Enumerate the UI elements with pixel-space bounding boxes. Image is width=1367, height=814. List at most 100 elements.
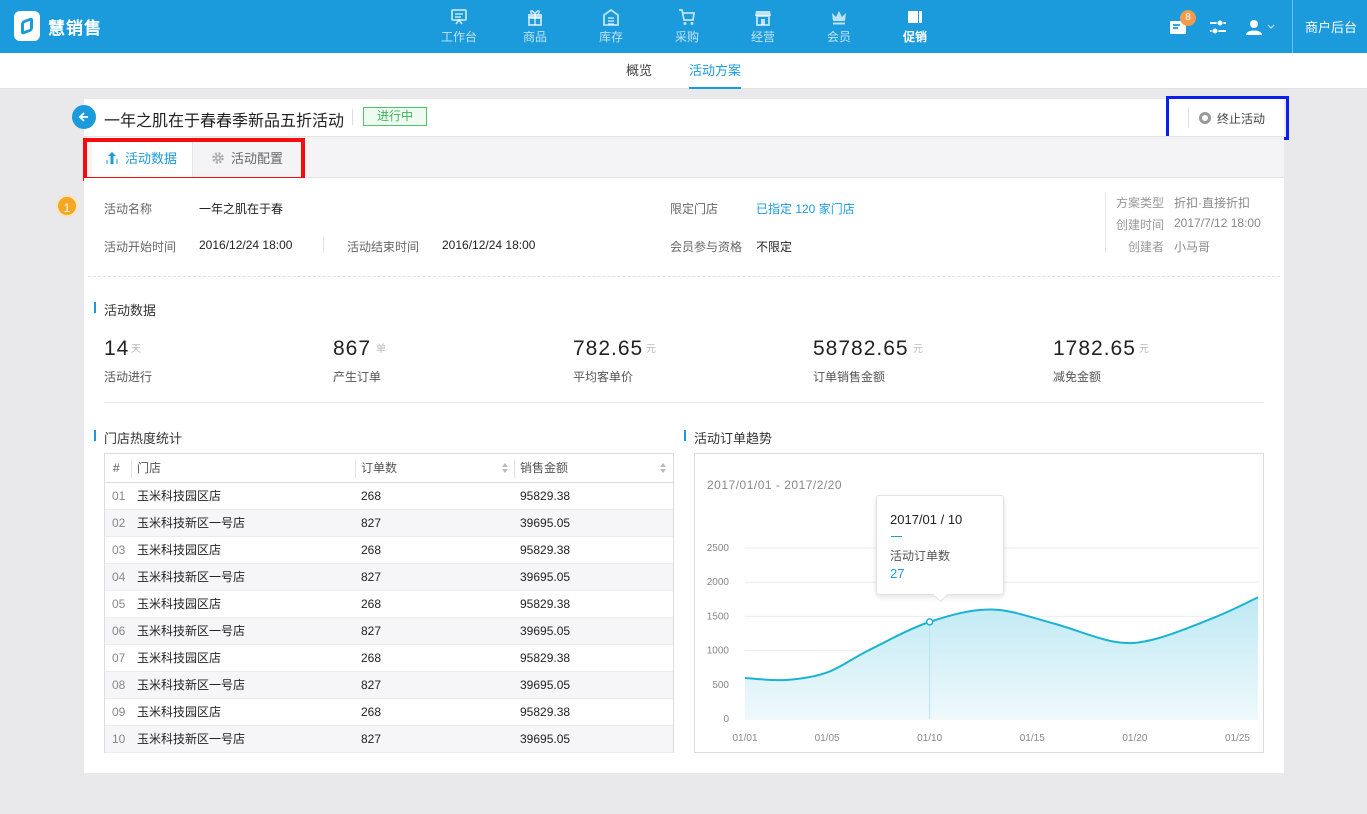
start-time-label: 活动开始时间 xyxy=(104,240,177,254)
created-time-label: 创建时间 xyxy=(1115,218,1164,232)
stats-section-title: 活动数据 xyxy=(94,300,156,319)
activity-name-label: 活动名称 xyxy=(104,202,153,216)
table-row[interactable]: 04 玉米科技新区一号店 827 39695.05 xyxy=(105,564,673,591)
stat-unit: 元 xyxy=(913,344,923,355)
order-count: 827 xyxy=(361,678,382,692)
stat-label: 减免金额 xyxy=(1053,370,1102,384)
app-logo[interactable]: 慧销售 xyxy=(14,11,102,41)
end-time-label: 活动结束时间 xyxy=(347,240,420,254)
sort-icon[interactable] xyxy=(502,463,508,474)
nav-label: 商品 xyxy=(522,30,547,44)
cart-icon xyxy=(677,8,697,26)
stats-divider xyxy=(104,402,1264,403)
stat-value: 782.65 xyxy=(573,337,644,360)
stat-unit: 天 xyxy=(131,344,141,355)
highlight-frame-blue xyxy=(1166,96,1289,140)
table-row[interactable]: 09 玉米科技园区店 268 95829.38 xyxy=(105,699,673,726)
tooltip-date: 2017/01 / 10 xyxy=(890,512,963,527)
order-count: 827 xyxy=(361,624,382,638)
stat-unit: 元 xyxy=(1139,344,1149,355)
column-header-sales[interactable]: 销售金额 xyxy=(520,454,568,483)
nav-label: 采购 xyxy=(674,30,699,44)
order-count: 268 xyxy=(361,597,382,611)
store-table-title: 门店热度统计 xyxy=(94,428,182,447)
nav-label: 工作台 xyxy=(440,30,477,44)
nav-item-member[interactable]: 会员 xyxy=(801,0,877,53)
chevron-down-icon xyxy=(1268,24,1275,29)
sales-amount: 39695.05 xyxy=(520,678,571,692)
table-row[interactable]: 10 玉米科技新区一号店 827 39695.05 xyxy=(105,726,673,753)
section-divider xyxy=(88,276,1280,277)
merchant-backend-link[interactable]: 商户后台 xyxy=(1291,0,1367,53)
notification-badge: 8 xyxy=(1179,10,1196,26)
column-header-orders[interactable]: 订单数 xyxy=(361,454,397,483)
table-row[interactable]: 03 玉米科技园区店 268 95829.38 xyxy=(105,537,673,564)
order-count: 268 xyxy=(361,543,382,557)
store-name: 玉米科技新区一号店 xyxy=(137,516,246,530)
row-index: 03 xyxy=(112,543,126,557)
stat-value: 1782.65 xyxy=(1053,337,1136,360)
column-header-store: 门店 xyxy=(137,461,162,475)
meta-divider xyxy=(1105,193,1106,253)
trend-date-range: 2017/01/01 - 2017/2/20 xyxy=(707,478,843,492)
order-count: 827 xyxy=(361,570,382,584)
nav-label: 经营 xyxy=(750,30,775,44)
nav-item-promotion[interactable]: 促销 xyxy=(877,0,953,53)
plan-type-label: 方案类型 xyxy=(1115,196,1164,210)
divider xyxy=(323,237,324,253)
column-divider xyxy=(355,459,356,478)
table-header: # 门店 订单数 销售金额 xyxy=(105,454,673,483)
order-count: 827 xyxy=(361,732,382,746)
order-count: 268 xyxy=(361,651,382,665)
nav-item-operation[interactable]: 经营 xyxy=(725,0,801,53)
table-row[interactable]: 07 玉米科技园区店 268 95829.38 xyxy=(105,645,673,672)
warehouse-icon xyxy=(601,8,621,26)
store-heat-table: # 门店 订单数 销售金额 01 玉米科技园区店 268 95829.38 02 玉米科技… xyxy=(104,453,674,753)
sales-amount: 95829.38 xyxy=(520,651,571,665)
subnav-overview[interactable]: 概览 xyxy=(626,53,652,89)
table-row[interactable]: 05 玉米科技园区店 268 95829.38 xyxy=(105,591,673,618)
status-badge: 进行中 xyxy=(363,107,427,126)
nav-item-goods[interactable]: 商品 xyxy=(497,0,573,53)
stat-unit: 单 xyxy=(376,344,386,355)
message-button[interactable]: 8 xyxy=(1158,0,1198,53)
store-name: 玉米科技新区一号店 xyxy=(137,570,246,584)
nav-item-purchase[interactable]: 采购 xyxy=(649,0,725,53)
sales-amount: 39695.05 xyxy=(520,624,571,638)
member-eligibility-value: 不限定 xyxy=(756,240,793,254)
row-index: 01 xyxy=(112,489,126,503)
table-row[interactable]: 01 玉米科技园区店 268 95829.38 xyxy=(105,483,673,510)
store-name: 玉米科技新区一号店 xyxy=(137,678,246,692)
settings-button[interactable] xyxy=(1198,0,1238,53)
row-index: 06 xyxy=(112,624,126,638)
workbench-icon xyxy=(449,8,469,26)
column-header-index: # xyxy=(113,461,120,475)
start-time-value: 2016/12/24 18:00 xyxy=(199,238,293,252)
activity-name-value: 一年之肌在于春 xyxy=(199,202,284,216)
table-row[interactable]: 02 玉米科技新区一号店 827 39695.05 xyxy=(105,510,673,537)
nav-label: 库存 xyxy=(598,30,623,44)
table-row[interactable]: 06 玉米科技新区一号店 827 39695.05 xyxy=(105,618,673,645)
order-count: 268 xyxy=(361,489,382,503)
stat-value: 58782.65 xyxy=(813,337,909,360)
logo-icon xyxy=(14,11,40,41)
nav-item-inventory[interactable]: 库存 xyxy=(573,0,649,53)
order-count: 827 xyxy=(361,516,382,530)
sort-icon[interactable] xyxy=(660,463,666,474)
nav-item-workbench[interactable]: 工作台 xyxy=(421,0,497,53)
activity-title: 一年之肌在于春春季新品五折活动 xyxy=(104,113,345,130)
user-menu-button[interactable] xyxy=(1238,0,1284,53)
top-right-toolbar: 8 商户后台 xyxy=(1158,0,1367,53)
gift-icon xyxy=(525,8,545,26)
creator-label: 创建者 xyxy=(1127,240,1164,254)
store-limit-label: 限定门店 xyxy=(670,202,719,216)
trend-chart-title: 活动订单趋势 xyxy=(684,428,772,447)
store-limit-link[interactable]: 已指定 120 家门店 xyxy=(756,200,855,217)
table-row[interactable]: 08 玉米科技新区一号店 827 39695.05 xyxy=(105,672,673,699)
subnav-activity-plan[interactable]: 活动方案 xyxy=(689,53,742,89)
store-name: 玉米科技园区店 xyxy=(137,597,222,611)
back-button[interactable] xyxy=(72,105,96,129)
stat-value: 14 xyxy=(104,337,130,360)
ticket-icon xyxy=(905,8,925,26)
sales-amount: 39695.05 xyxy=(520,732,571,746)
